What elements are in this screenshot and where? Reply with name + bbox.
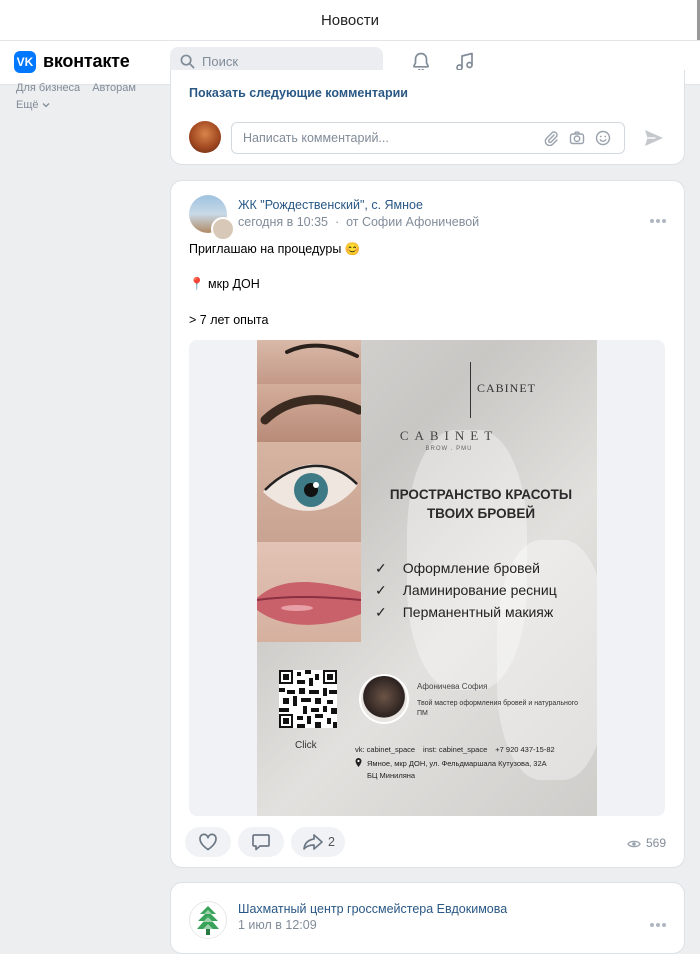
share-icon xyxy=(303,834,323,850)
heart-icon xyxy=(199,833,217,851)
check-icon: ✓ xyxy=(375,560,387,576)
post-author[interactable]: Шахматный центр гроссмейстера Евдокимова xyxy=(238,902,507,916)
menu-more-label: Ещё xyxy=(16,99,39,111)
location-pin-icon xyxy=(355,758,362,767)
qr-code-icon xyxy=(279,670,337,728)
check-icon: ✓ xyxy=(375,604,387,620)
search-icon xyxy=(180,54,195,69)
post-text-line: 📍 мкр ДОН xyxy=(189,277,260,291)
poster-contacts: vk: cabinet_space inst: cabinet_space +7 9… xyxy=(355,745,563,754)
emoji-icon[interactable] xyxy=(595,130,611,146)
send-icon[interactable] xyxy=(643,128,665,148)
service-item: ✓ Оформление бровей xyxy=(375,560,540,577)
post-from[interactable]: от Софии Афоничевой xyxy=(346,215,479,229)
photo-lips xyxy=(257,542,362,642)
author-avatar[interactable] xyxy=(211,217,235,241)
show-more-comments-link[interactable]: Показать следующие комментарии xyxy=(189,86,408,100)
left-menu: Для бизнеса Авторам xyxy=(16,82,148,94)
master-photo xyxy=(359,674,409,724)
master-description: Твой мастер оформления бровей и натураль… xyxy=(417,700,579,717)
more-options-icon[interactable] xyxy=(648,915,666,930)
service-item: ✓ Перманентный макияж xyxy=(375,604,553,621)
attach-icon[interactable] xyxy=(543,130,559,146)
vk-logo-icon[interactable]: VK xyxy=(14,51,36,73)
address-line: Ямное, мкр ДОН, ул. Фельдмаршала Кутузов… xyxy=(367,759,547,768)
post-date[interactable]: сегодня в 10:35 xyxy=(238,215,328,229)
post-author[interactable]: ЖК "Рождественский", с. Ямное xyxy=(238,198,423,212)
eye-icon xyxy=(627,840,641,848)
menu-more[interactable]: Ещё xyxy=(16,99,50,111)
service-label: Перманентный макияж xyxy=(402,604,554,620)
post-card: ЖК "Рождественский", с. Ямное сегодня в … xyxy=(170,180,685,868)
poster-headline: ТВОИХ БРОВЕЙ xyxy=(426,506,536,521)
post-text-line: Приглашаю на процедуры 😊 xyxy=(189,242,361,256)
vk-handle: vk: cabinet_space xyxy=(355,745,416,754)
post-meta: сегодня в 10:35 · от Софии Афоничевой xyxy=(238,215,479,229)
divider xyxy=(470,362,471,418)
poster: CABINET CABINET BROW . PMU ПРОСТРАНСТВО … xyxy=(257,340,597,816)
views-count: 569 xyxy=(645,836,666,850)
comments-card: Показать следующие комментарии xyxy=(170,70,685,165)
like-button[interactable] xyxy=(185,827,231,857)
window-title: Новости xyxy=(320,12,380,29)
post-image[interactable]: CABINET CABINET BROW . PMU ПРОСТРАНСТВО … xyxy=(189,340,665,816)
service-label: Оформление бровей xyxy=(402,560,540,576)
comment-field[interactable] xyxy=(231,122,625,154)
community-avatar[interactable] xyxy=(189,901,227,939)
chevron-down-icon xyxy=(42,103,50,108)
service-item: ✓ Ламинирование ресниц xyxy=(375,582,557,599)
inst-handle: inst: cabinet_space xyxy=(423,745,488,754)
comment-input[interactable] xyxy=(243,123,533,153)
check-icon: ✓ xyxy=(375,582,387,598)
brand-large: CABINET xyxy=(399,428,499,443)
address-line: БЦ Миниляна xyxy=(367,771,416,780)
window-titlebar: Новости xyxy=(0,0,700,41)
meta-separator: · xyxy=(334,215,340,229)
menu-item-business[interactable]: Для бизнеса xyxy=(16,82,80,94)
share-count: 2 xyxy=(328,835,335,849)
post-date[interactable]: 1 июл в 12:09 xyxy=(238,918,317,932)
poster-headline: ПРОСТРАНСТВО КРАСОТЫ xyxy=(389,487,573,502)
master-name: Афоничева София xyxy=(417,682,488,691)
comment-icon xyxy=(252,834,270,851)
service-label: Ламинирование ресниц xyxy=(402,582,557,598)
avatar[interactable] xyxy=(189,121,221,153)
camera-icon[interactable] xyxy=(569,130,585,146)
photo-eye xyxy=(257,442,361,542)
logo-text[interactable]: вконтакте xyxy=(43,51,130,72)
brand-small: CABINET xyxy=(477,381,536,395)
brand-subtitle: BROW . PMU xyxy=(425,446,473,452)
more-options-icon[interactable] xyxy=(648,211,666,226)
phone-number: +7 920 437-15-82 xyxy=(495,745,555,754)
comment-button[interactable] xyxy=(238,827,284,857)
share-button[interactable]: 2 xyxy=(291,827,345,857)
views-counter: 569 xyxy=(627,836,666,850)
post-text-line: > 7 лет опыта xyxy=(189,313,269,327)
qr-caption: Click xyxy=(295,740,317,751)
next-post-card: Шахматный центр гроссмейстера Евдокимова… xyxy=(170,882,685,954)
menu-item-authors[interactable]: Авторам xyxy=(92,82,136,94)
photo-brow-1 xyxy=(257,340,361,384)
